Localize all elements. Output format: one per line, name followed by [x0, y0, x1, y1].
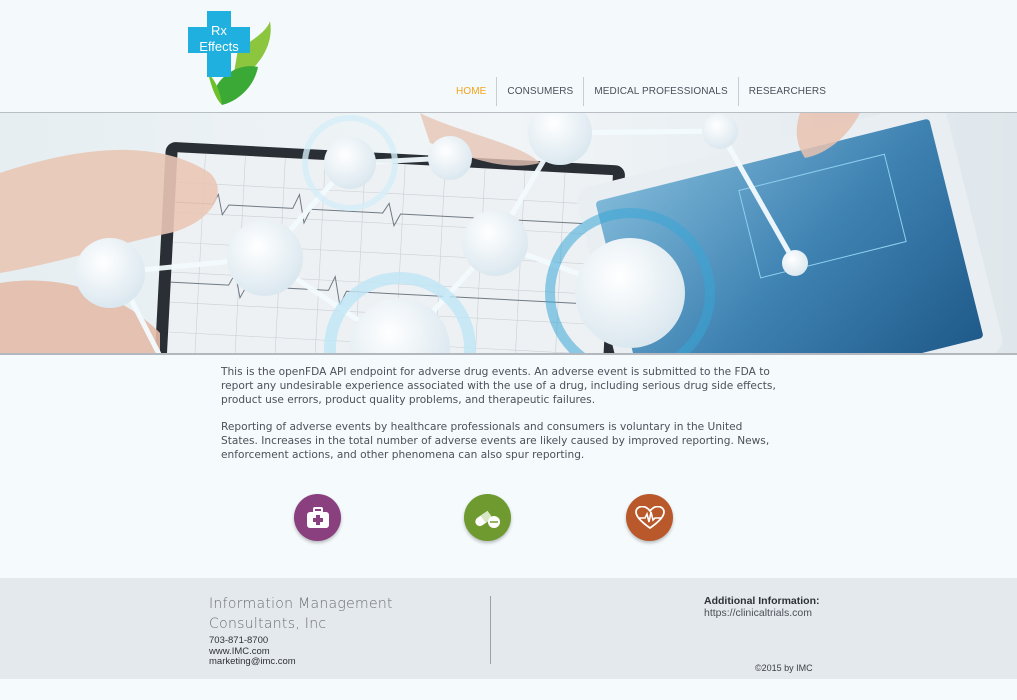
rx-effects-logo[interactable]: Rx Effects [186, 9, 276, 109]
site-header: Rx Effects HOME CONSUMERS MEDICAL PROFES… [0, 0, 1017, 112]
copyright-text: ©2015 by IMC [755, 663, 813, 673]
heartbeat-icon [634, 505, 665, 530]
footer-divider [490, 596, 491, 664]
clinicaltrials-link[interactable]: https://clinicaltrials.com [704, 607, 820, 619]
medical-professionals-feature-button[interactable] [464, 494, 511, 541]
intro-paragraph-1: This is the openFDA API endpoint for adv… [221, 366, 776, 406]
consumers-feature-button[interactable] [294, 494, 341, 541]
pills-icon [474, 506, 502, 530]
logo-text-rx: Rx [211, 23, 227, 38]
nav-medical-professionals[interactable]: MEDICAL PROFESSIONALS [583, 77, 737, 106]
additional-info-title: Additional Information: [704, 595, 820, 607]
contact-info: 703-871-8700 www.IMC.com marketing@imc.c… [209, 635, 296, 668]
hero-image [0, 113, 1017, 353]
intro-text: This is the openFDA API endpoint for adv… [221, 365, 781, 475]
company-name-line-2: Consultants, Inc [209, 616, 327, 632]
contact-phone: 703-871-8700 [209, 635, 269, 646]
medical-kit-icon [306, 506, 330, 529]
nav-consumers[interactable]: CONSUMERS [496, 77, 583, 106]
logo-text-effects: Effects [199, 39, 239, 54]
hero-banner [0, 112, 1017, 355]
nav-home[interactable]: HOME [446, 77, 496, 106]
contact-email-link[interactable]: marketing@imc.com [209, 656, 296, 668]
researchers-feature-button[interactable] [626, 494, 673, 541]
additional-information: Additional Information: https://clinical… [704, 595, 820, 619]
company-name-line-1: Information Management [209, 596, 393, 612]
site-footer [0, 578, 1017, 679]
nav-researchers[interactable]: RESEARCHERS [737, 77, 836, 106]
company-name: Information Management Consultants, Inc [209, 594, 393, 634]
intro-paragraph-2: Reporting of adverse events by healthcar… [221, 421, 770, 461]
main-nav: HOME CONSUMERS MEDICAL PROFESSIONALS RES… [446, 77, 836, 106]
